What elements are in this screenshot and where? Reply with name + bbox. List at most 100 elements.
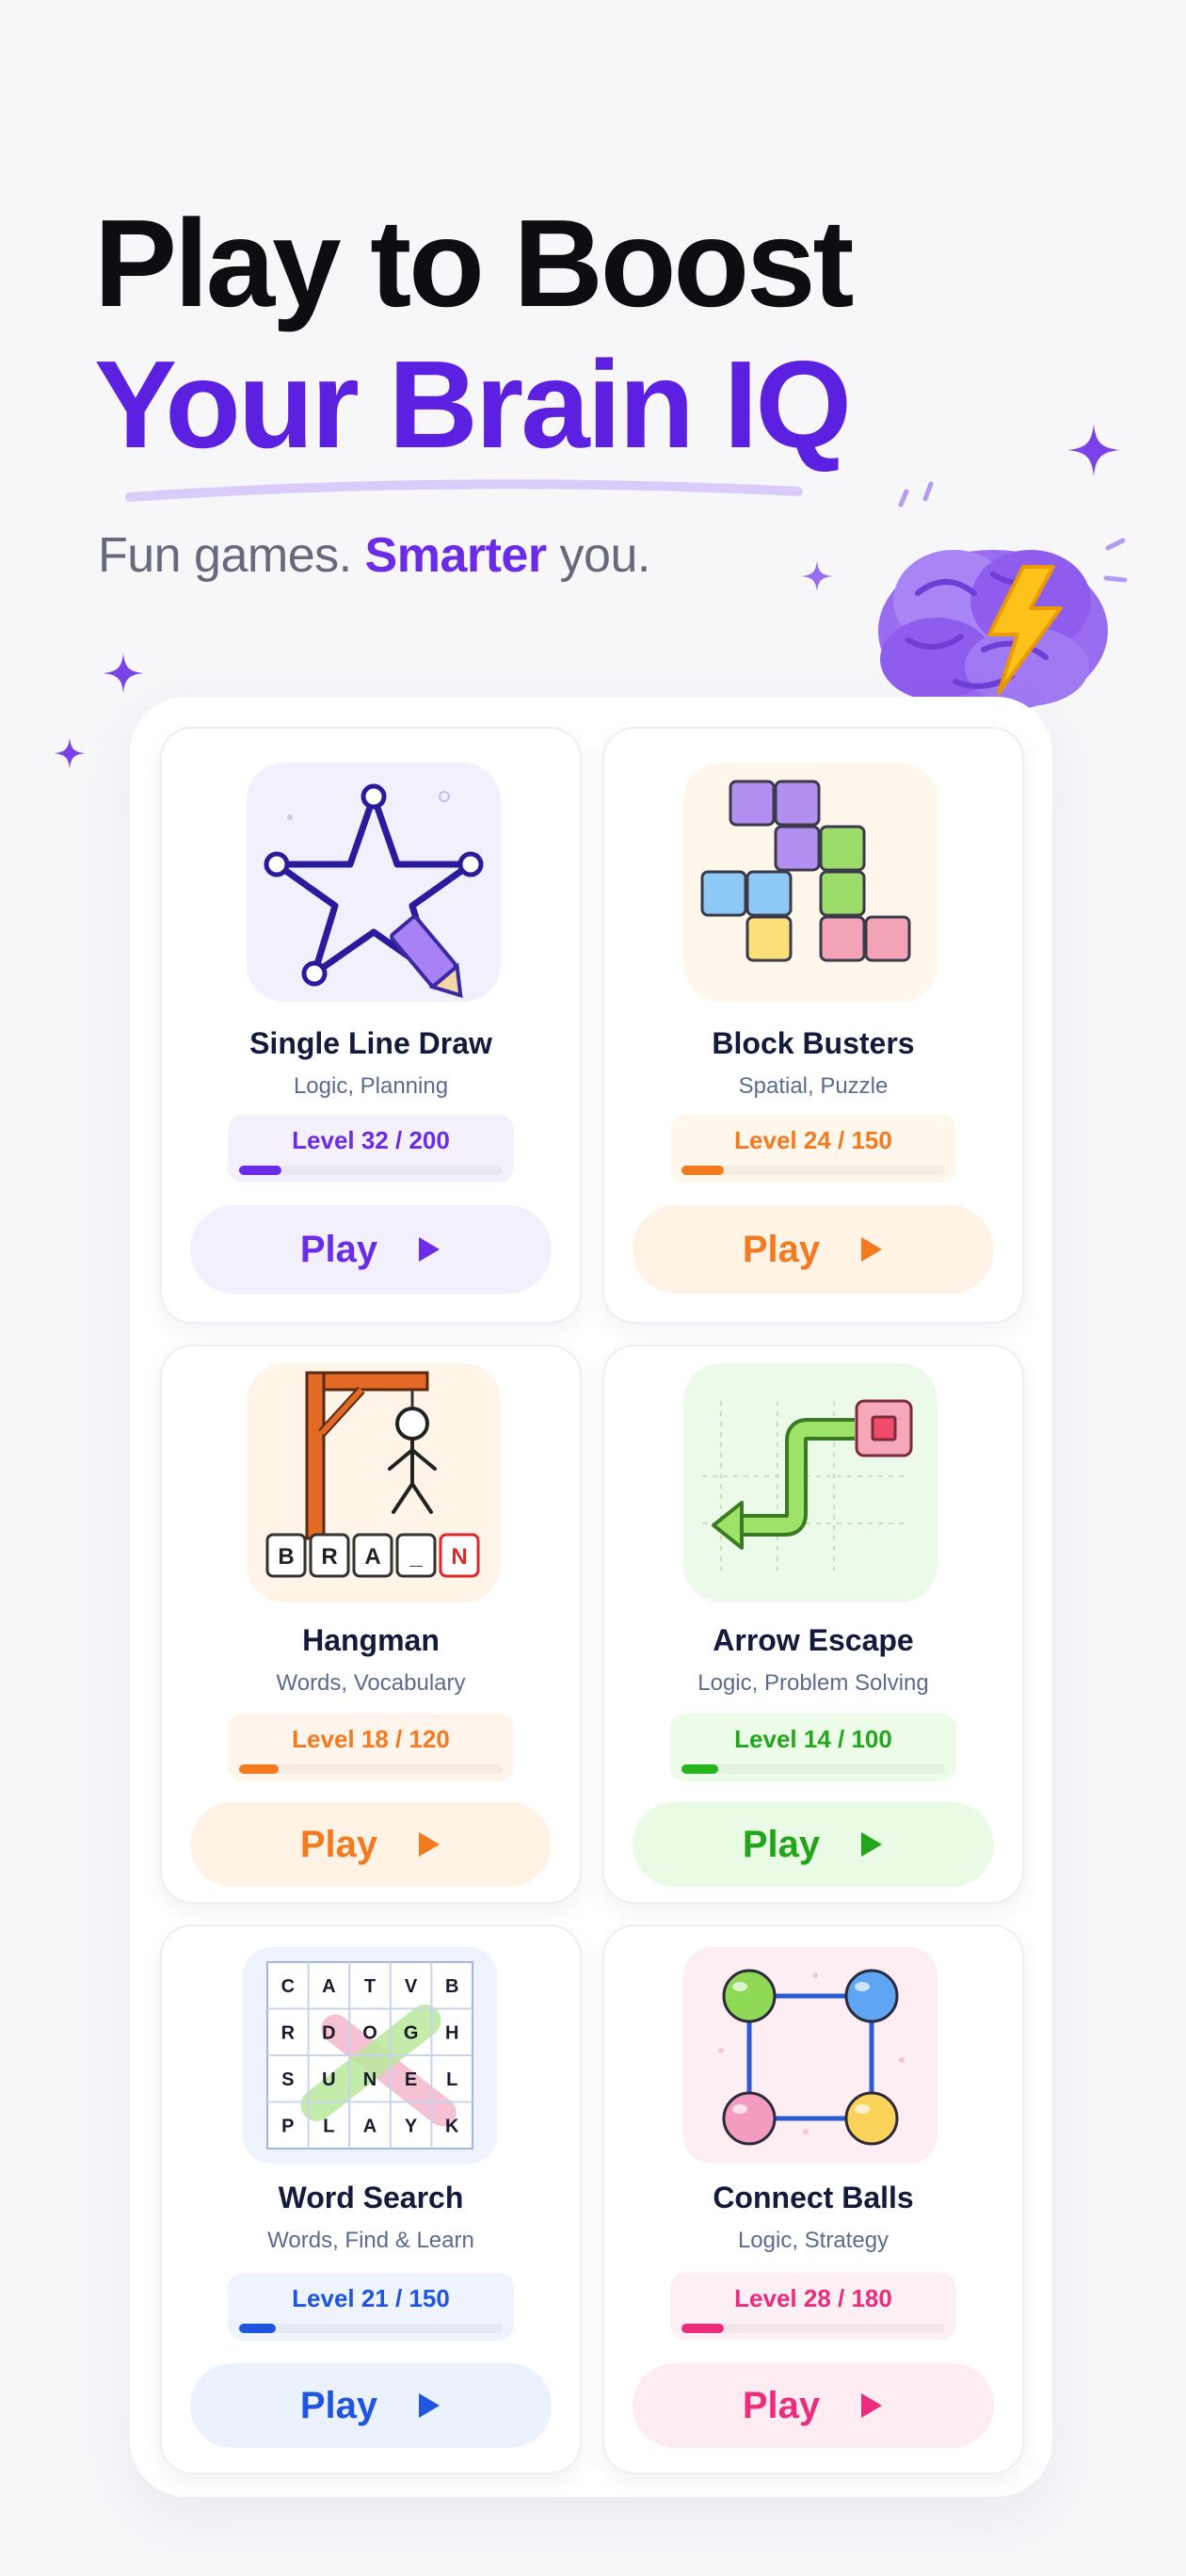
grid-letter: C <box>281 1976 295 1997</box>
progress-track <box>239 1166 503 1175</box>
play-icon <box>861 1832 883 1857</box>
sparkle-icon <box>54 737 86 769</box>
game-thumbnail <box>683 1363 938 1602</box>
hero-title: Play to Boost Your Brain IQ <box>94 193 854 475</box>
level-progress: Level 14 / 100 <box>670 1714 956 1781</box>
grid-letter: Y <box>405 2116 418 2136</box>
hero-title-line1: Play to Boost <box>94 194 854 332</box>
game-card-arrow-escape[interactable]: Arrow Escape Logic, Problem Solving Leve… <box>602 1344 1024 1904</box>
game-card-block-busters[interactable]: Block Busters Spatial, Puzzle Level 24 /… <box>602 727 1024 1324</box>
progress-track <box>239 2324 503 2333</box>
level-progress: Level 32 / 200 <box>228 1115 514 1183</box>
grid-letter: G <box>404 2022 419 2043</box>
hangman-letter: A <box>364 1544 380 1570</box>
game-card-word-search[interactable]: C A T V B R D O G H S U N E L P L A Y K Word Search Words, … <box>160 1924 582 2474</box>
game-tags: Words, Find & Learn <box>267 2228 474 2253</box>
grid-letter: U <box>322 2069 335 2090</box>
grid-letter: O <box>362 2022 377 2043</box>
level-label: Level 24 / 150 <box>734 1126 892 1154</box>
play-button[interactable]: Play <box>190 1802 552 1887</box>
game-tags: Logic, Planning <box>293 1073 449 1099</box>
level-label: Level 28 / 180 <box>734 2284 892 2312</box>
grid-letter: L <box>323 2116 334 2136</box>
level-progress: Level 28 / 180 <box>670 2273 956 2341</box>
play-button-label: Play <box>299 1823 378 1865</box>
progress-track <box>681 2324 945 2333</box>
level-progress: Level 24 / 150 <box>670 1115 956 1183</box>
game-card-single-line-draw[interactable]: Single Line Draw Logic, Planning Level 3… <box>160 727 582 1324</box>
play-icon <box>861 1237 883 1262</box>
underline-swoosh <box>125 479 803 502</box>
grid-letter: L <box>446 2069 457 2090</box>
grid-letter: R <box>281 2022 296 2043</box>
game-tags: Words, Vocabulary <box>276 1670 466 1696</box>
level-label: Level 21 / 150 <box>292 2284 450 2312</box>
game-tags: Spatial, Puzzle <box>738 1073 889 1099</box>
progress-fill <box>239 1166 281 1175</box>
blocks-icon <box>700 780 911 962</box>
hangman-letter: _ <box>409 1544 423 1570</box>
play-button-label: Play <box>299 1228 378 1270</box>
play-button-label: Play <box>742 1228 821 1270</box>
progress-fill <box>239 2324 277 2333</box>
progress-track <box>681 1764 945 1774</box>
grid-letter: A <box>322 1976 335 1997</box>
grid-letter: V <box>405 1976 418 1997</box>
level-label: Level 14 / 100 <box>734 1725 892 1753</box>
grid-letter: T <box>364 1976 376 1997</box>
grid-letter: K <box>445 2116 459 2136</box>
play-button[interactable]: Play <box>190 2363 552 2448</box>
game-title: Connect Balls <box>713 2181 914 2214</box>
grid-letter: E <box>405 2069 417 2090</box>
progress-track <box>239 1764 503 1774</box>
game-card-hangman[interactable]: B R A _ N Hangman Words, Vocabulary Leve… <box>160 1344 582 1904</box>
sparkle-icon <box>103 652 144 694</box>
grid-letter: P <box>281 2116 294 2136</box>
hero-title-line2: Your Brain IQ <box>94 335 852 474</box>
hangman-letter: R <box>321 1544 337 1570</box>
grid-letter: B <box>445 1976 458 1997</box>
star-pencil-icon <box>264 783 484 998</box>
play-button[interactable]: Play <box>190 1205 552 1294</box>
hangman-letter: N <box>451 1544 467 1570</box>
word-grid-icon: C A T V B R D O G H S U N E L P L A Y K <box>266 1961 473 2149</box>
progress-fill <box>681 1166 724 1175</box>
play-button-label: Play <box>742 2384 821 2426</box>
hangman-letter: B <box>278 1544 294 1570</box>
play-button[interactable]: Play <box>633 2363 994 2448</box>
game-title: Single Line Draw <box>249 1026 492 1060</box>
connect-balls-icon <box>718 1969 905 2146</box>
game-tags: Logic, Strategy <box>737 2228 890 2253</box>
play-button-label: Play <box>299 2384 378 2426</box>
game-title: Arrow Escape <box>713 1623 914 1657</box>
game-thumbnail <box>683 1947 938 2164</box>
game-card-connect-balls[interactable]: Connect Balls Logic, Strategy Level 28 /… <box>602 1924 1024 2474</box>
grid-letter: D <box>322 2022 335 2043</box>
brain-lightning-icon <box>878 481 1128 712</box>
play-icon <box>419 1832 441 1857</box>
grid-letter: H <box>445 2022 458 2043</box>
game-thumbnail <box>247 763 501 1002</box>
grid-letter: A <box>363 2116 377 2136</box>
level-label: Level 32 / 200 <box>292 1126 450 1154</box>
play-button[interactable]: Play <box>633 1205 994 1294</box>
play-icon <box>861 2393 883 2418</box>
grid-letter: S <box>281 2069 294 2090</box>
play-button[interactable]: Play <box>633 1802 994 1887</box>
game-title: Hangman <box>302 1623 440 1657</box>
sparkle-icon <box>801 560 833 592</box>
game-thumbnail: B R A _ N <box>247 1363 501 1602</box>
level-label: Level 18 / 120 <box>292 1725 450 1753</box>
play-icon <box>419 2393 441 2418</box>
game-title: Word Search <box>278 2181 464 2214</box>
progress-fill <box>681 1764 719 1774</box>
progress-fill <box>681 2324 724 2333</box>
hero-subtitle: Fun games. Smarter you. <box>98 528 650 583</box>
play-icon <box>419 1237 441 1262</box>
play-button-label: Play <box>742 1823 821 1865</box>
arrow-path-icon <box>702 1399 913 1570</box>
grid-letter: N <box>363 2069 377 2090</box>
progress-track <box>681 1166 945 1175</box>
hangman-icon: B R A _ N <box>265 1371 480 1578</box>
sparkle-icon <box>1067 424 1120 476</box>
